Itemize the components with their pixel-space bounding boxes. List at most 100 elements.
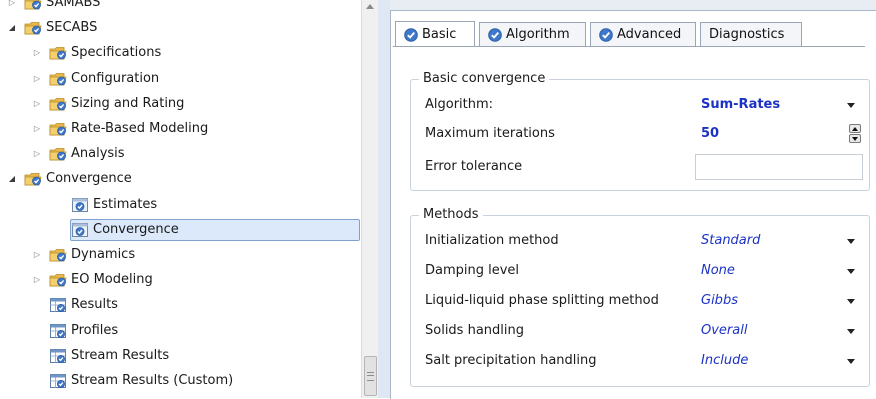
methods-row: Initialization method Standard: [425, 228, 865, 254]
chevron-down-icon: [847, 299, 855, 304]
method-dropdown[interactable]: Include: [695, 348, 863, 374]
tree-item[interactable]: Stream Results: [48, 345, 176, 367]
method-dropdown[interactable]: Gibbs: [695, 288, 863, 314]
tree-item-label: Rate-Based Modeling: [71, 121, 209, 136]
spin-down-icon[interactable]: [849, 134, 861, 143]
tree-item[interactable]: ◢ Convergence: [5, 168, 139, 190]
tree-item-body: ▷ Specifications: [30, 42, 168, 64]
tree-item-body: Results: [48, 294, 125, 316]
results-table-icon: [49, 297, 71, 313]
tab-basic-label: Basic: [422, 26, 457, 42]
methods-row: Solids handling Overall: [425, 318, 865, 344]
folder-check-icon: [49, 121, 71, 137]
form-check-icon: [71, 197, 93, 213]
max-iterations-stepper[interactable]: 50: [695, 121, 863, 147]
tree-item[interactable]: ▷ SAMABS: [5, 0, 107, 14]
collapsed-arrow-icon[interactable]: ▷: [31, 47, 43, 59]
tree-item-body: ▷ Configuration: [30, 68, 166, 90]
tree-item[interactable]: ▷ Sizing and Rating: [30, 93, 191, 115]
tree-item-label: Specifications: [71, 45, 162, 61]
methods-group: Methods Initialization method Standard Dam…: [410, 207, 870, 387]
tab-diagnostics[interactable]: Diagnostics: [700, 22, 802, 46]
methods-row: Salt precipitation handling Include: [425, 348, 865, 374]
tree-item-label: Profiles: [71, 322, 119, 338]
collapsed-arrow-icon[interactable]: ▷: [31, 148, 43, 160]
max-iterations-row: Maximum iterations 50: [425, 121, 865, 147]
tab-diagnostics-label: Diagnostics: [709, 26, 785, 42]
chevron-down-icon: [847, 269, 855, 274]
tree-item[interactable]: ▷ EO Modeling: [30, 269, 160, 291]
tree-item-label: Stream Results: [71, 347, 170, 363]
folder-check-icon: [24, 171, 46, 187]
method-label: Liquid-liquid phase splitting method: [425, 293, 659, 308]
collapsed-arrow-icon[interactable]: ▷: [31, 123, 43, 135]
method-value: Overall: [701, 323, 748, 338]
method-label: Initialization method: [425, 233, 559, 248]
tree-item[interactable]: Convergence: [70, 218, 360, 241]
folder-check-icon: [49, 272, 71, 288]
collapsed-arrow-icon[interactable]: ▷: [6, 0, 18, 9]
tree-item[interactable]: ▷ Specifications: [30, 42, 168, 64]
results-table-icon: [49, 348, 71, 364]
convergence-form-panel: Basic Algorithm Advanced Diagnostics Bas…: [378, 0, 876, 399]
basic-convergence-group: Basic convergence Algorithm: Sum-Rates M…: [410, 71, 870, 191]
method-dropdown[interactable]: Overall: [695, 318, 863, 344]
tree-item[interactable]: Profiles: [48, 320, 125, 342]
tree-item[interactable]: ▷ Dynamics: [30, 244, 142, 266]
tree-item[interactable]: Estimates: [70, 194, 164, 216]
folder-check-icon: [49, 247, 71, 263]
tree-item[interactable]: ▷ Configuration: [30, 68, 166, 90]
top-strip: [390, 0, 876, 10]
method-dropdown[interactable]: None: [695, 258, 863, 284]
scrollbar-thumb[interactable]: [364, 356, 377, 396]
tree-item-body: ▷ Analysis: [30, 143, 132, 165]
collapsed-arrow-icon[interactable]: ▷: [31, 98, 43, 110]
collapsed-arrow-icon[interactable]: ▷: [31, 274, 43, 286]
chevron-down-icon: [847, 103, 855, 108]
tree-item-label: Stream Results (Custom): [71, 373, 234, 388]
tab-advanced[interactable]: Advanced: [590, 22, 696, 46]
tree-scrollbar[interactable]: [361, 0, 378, 398]
tree-item-body: Stream Results: [48, 345, 176, 367]
tree-item-label: Results: [71, 297, 118, 313]
algorithm-dropdown[interactable]: Sum-Rates: [695, 92, 863, 118]
tab-algorithm[interactable]: Algorithm: [479, 22, 586, 46]
scroll-up-arrow-icon[interactable]: [366, 4, 374, 9]
chevron-down-icon: [847, 239, 855, 244]
tree-item-label: Convergence: [93, 221, 179, 237]
results-table-icon: [49, 373, 71, 389]
method-label: Salt precipitation handling: [425, 353, 597, 368]
tree-item-body: ▷ SAMABS: [5, 0, 107, 14]
expanded-arrow-icon[interactable]: ◢: [6, 22, 18, 34]
tree-item-label: SECABS: [46, 20, 98, 36]
tree-item-label: Dynamics: [71, 247, 136, 262]
spin-up-icon[interactable]: [849, 124, 861, 133]
method-dropdown[interactable]: Standard: [695, 228, 863, 254]
method-value: Standard: [701, 233, 761, 248]
tree-item-label: Convergence: [46, 171, 132, 187]
tab-basic[interactable]: Basic: [395, 21, 475, 47]
tree-item-body: Stream Results (Custom): [48, 370, 240, 392]
expanded-arrow-icon[interactable]: ◢: [6, 173, 18, 185]
tree-item-label: Configuration: [71, 70, 160, 86]
tree-item[interactable]: ▷ Rate-Based Modeling: [30, 118, 215, 140]
collapsed-arrow-icon[interactable]: ▷: [31, 249, 43, 261]
collapsed-arrow-icon[interactable]: ▷: [31, 73, 43, 85]
tree-item[interactable]: ◢ SECABS: [5, 17, 104, 39]
method-value: Gibbs: [701, 293, 738, 308]
max-iterations-label: Maximum iterations: [425, 126, 555, 141]
navigation-tree: ▷ SAMABS ◢ SECABS ▷ Specifications ▷ Configurat…: [0, 0, 360, 398]
grip-icon: [367, 372, 374, 381]
tree-item-body: ◢ SECABS: [5, 17, 104, 39]
tree-item-body: ▷ Sizing and Rating: [30, 93, 191, 115]
tree-item[interactable]: ▷ Analysis: [30, 143, 132, 165]
tree-item-body: ▷ Rate-Based Modeling: [30, 118, 215, 140]
tree-item-body: ▷ Dynamics: [30, 244, 142, 266]
check-circle-icon: [404, 27, 418, 42]
tree-item[interactable]: Results: [48, 294, 125, 316]
tab-algorithm-label: Algorithm: [506, 26, 570, 42]
check-circle-icon: [488, 27, 502, 42]
tree-item[interactable]: Stream Results (Custom): [48, 370, 240, 392]
error-tolerance-input[interactable]: [695, 154, 863, 180]
chevron-down-icon: [847, 329, 855, 334]
